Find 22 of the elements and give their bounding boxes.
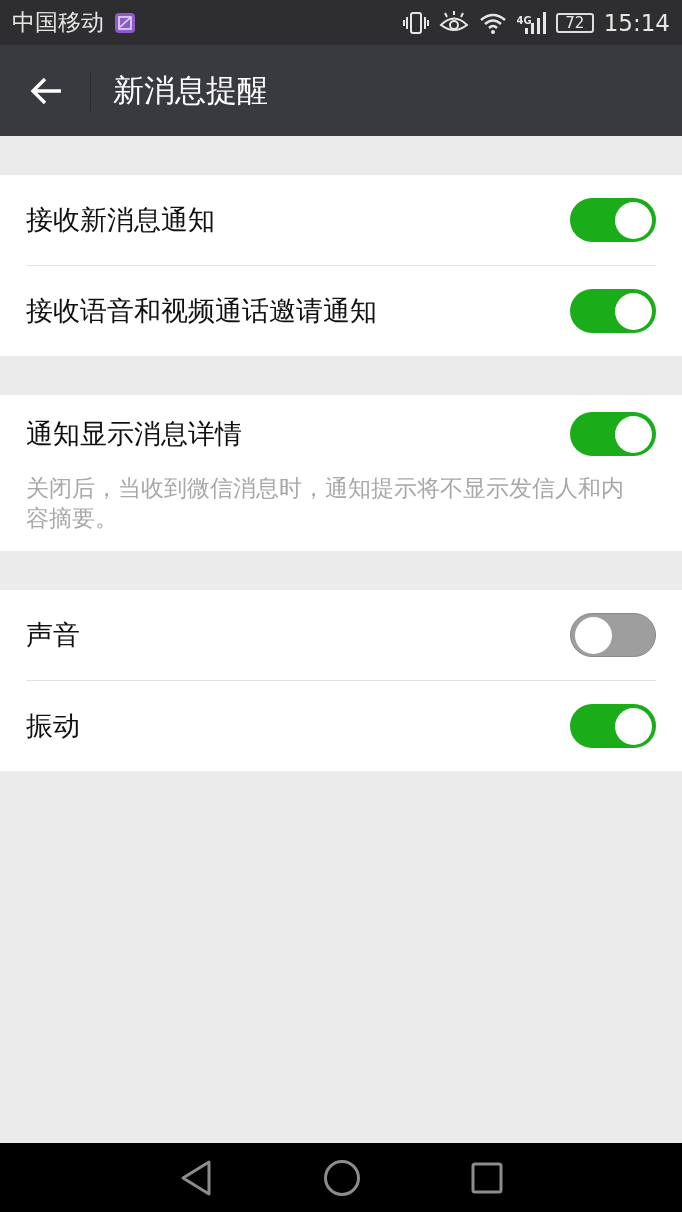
toggle-switch[interactable]	[570, 289, 656, 333]
toggle-switch[interactable]	[570, 412, 656, 456]
toggle-switch[interactable]	[570, 704, 656, 748]
toggle-switch[interactable]	[570, 198, 656, 242]
battery-level: 72	[555, 12, 594, 33]
setting-label: 通知显示消息详情	[26, 417, 242, 451]
wifi-icon	[478, 11, 507, 34]
clock-time: 15:14	[603, 9, 670, 36]
setting-label: 接收语音和视频通话邀请通知	[26, 294, 377, 328]
setting-label: 振动	[26, 709, 80, 743]
carrier-name: 中国移动	[12, 8, 104, 37]
toggle-switch[interactable]	[570, 613, 656, 657]
setting-label: 接收新消息通知	[26, 203, 215, 237]
setting-label: 声音	[26, 618, 80, 652]
home-nav-icon[interactable]	[323, 1158, 361, 1197]
page-title: 新消息提醒	[113, 70, 268, 110]
back-nav-icon[interactable]	[179, 1158, 213, 1197]
vibrate-icon	[402, 10, 429, 35]
recents-nav-icon[interactable]	[471, 1161, 503, 1194]
setting-description: 关闭后，当收到微信消息时，通知提示将不显示发信人和内容摘要。	[26, 474, 625, 533]
gallery-icon	[114, 11, 136, 34]
network-type: 4G	[516, 14, 532, 26]
